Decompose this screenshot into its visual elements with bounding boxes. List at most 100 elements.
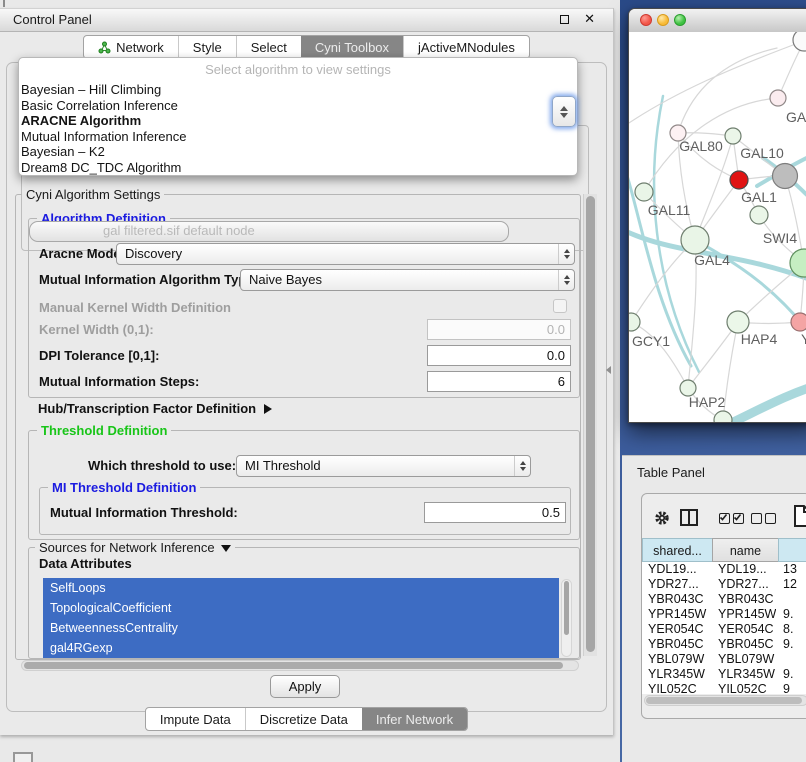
tab-network[interactable]: Network	[84, 36, 178, 58]
table-cell[interactable]: YBR045C	[718, 637, 776, 652]
focused-combo-stepper[interactable]	[552, 96, 576, 127]
network-node-gal[interactable]	[770, 90, 786, 106]
network-node[interactable]	[793, 32, 806, 51]
table-cell[interactable]: YPR145W	[718, 607, 776, 622]
network-graph-canvas[interactable]: GALGAL80GAL10GAL1GAL11SWI4GAL4GCY1HAP4YH…	[629, 32, 806, 422]
algorithm-option-aracne-algorithm[interactable]: ARACNE Algorithm	[19, 113, 577, 129]
attribute-item-gal4rgexp[interactable]: gal4RGexp	[43, 638, 559, 658]
table-cell[interactable]: 13	[783, 562, 806, 577]
sources-toggle[interactable]: Sources for Network Inference	[35, 540, 235, 555]
table-row-yil052c[interactable]: YIL052C YIL052C 9	[642, 682, 806, 694]
table-cell[interactable]: YDR27...	[648, 577, 710, 592]
network-node-gcy1[interactable]	[629, 313, 640, 331]
mi-steps-input[interactable]: 6	[427, 371, 571, 392]
table-cell[interactable]: YDL19...	[648, 562, 710, 577]
table-row-ydr27[interactable]: YDR27... YDR27... 12	[642, 577, 806, 592]
table-row-ylr345w[interactable]: YLR345W YLR345W 9.	[642, 667, 806, 682]
table-cell[interactable]: YPR145W	[648, 607, 710, 622]
columns-icon[interactable]	[680, 509, 698, 531]
table-cell[interactable]: YBR045C	[648, 637, 710, 652]
column-header-clipped[interactable]	[778, 538, 806, 562]
tab-jactivemnodules[interactable]: jActiveMNodules	[403, 36, 529, 58]
table-cell[interactable]: YDL19...	[718, 562, 776, 577]
table-cell[interactable]: YIL052C	[648, 682, 710, 694]
algorithm-option-basic-correlation-inference[interactable]: Basic Correlation Inference	[19, 98, 577, 114]
aracne-mode-combo[interactable]: Discovery	[116, 243, 575, 265]
table-cell[interactable]: 9.	[783, 607, 806, 622]
tab-select[interactable]: Select	[236, 36, 301, 58]
hub-definition-toggle[interactable]: Hub/Transcription Factor Definition	[38, 401, 272, 416]
table-row-ybl079w[interactable]: YBL079W YBL079W	[642, 652, 806, 667]
table-row-ybr043c[interactable]: YBR043C YBR043C	[642, 592, 806, 607]
settings-hscrollbar-thumb[interactable]	[24, 662, 563, 669]
float-window-icon[interactable]	[560, 15, 569, 24]
panel-splitter-handle[interactable]	[606, 366, 611, 374]
dpi-tolerance-input[interactable]: 0.0	[427, 345, 571, 366]
mi-algorithm-type-combo[interactable]: Naive Bayes	[240, 269, 575, 291]
network-node-y[interactable]	[791, 313, 806, 331]
gear-icon[interactable]	[654, 510, 670, 531]
settings-horizontal-scrollbar[interactable]	[21, 660, 579, 671]
table-cell[interactable]: 12	[783, 577, 806, 592]
algorithm-option-bayesian-hill-climbing[interactable]: Bayesian – Hill Climbing	[19, 82, 577, 98]
control-panel-titlebar[interactable]: Control Panel ✕	[0, 8, 613, 32]
table-cell[interactable]	[783, 652, 806, 667]
partially-hidden-combo[interactable]: gal filtered.sif default node	[29, 221, 509, 242]
table-cell[interactable]: YIL052C	[718, 682, 776, 694]
attributes-list-scrollbar[interactable]	[561, 579, 572, 657]
table-cell[interactable]: 8.	[783, 622, 806, 637]
attribute-item-selfloops[interactable]: SelfLoops	[43, 578, 559, 598]
network-node-gal10[interactable]	[725, 128, 741, 144]
table-cell[interactable]: YBL079W	[648, 652, 710, 667]
attribute-item-betweennesscentrality[interactable]: BetweennessCentrality	[43, 618, 559, 638]
table-cell[interactable]: 9	[783, 682, 806, 694]
table-cell[interactable]: YLR345W	[648, 667, 710, 682]
tab-cyni-toolbox[interactable]: Cyni Toolbox	[301, 36, 403, 58]
table-cell[interactable]: YER054C	[648, 622, 710, 637]
network-node-gal1[interactable]	[750, 206, 768, 224]
network-node-gal11[interactable]	[635, 183, 653, 201]
table-cell[interactable]: 9.	[783, 637, 806, 652]
table-row-ydl19[interactable]: YDL19... YDL19... 13	[642, 562, 806, 577]
select-all-checkbox-icon-2[interactable]	[733, 513, 744, 524]
table-hscrollbar-thumb[interactable]	[646, 697, 802, 704]
table-cell[interactable]: YBR043C	[718, 592, 776, 607]
table-cell[interactable]: YLR345W	[718, 667, 776, 682]
table-cell[interactable]: YDR27...	[718, 577, 776, 592]
settings-vscrollbar-thumb[interactable]	[586, 196, 595, 652]
table-cell[interactable]: 9.	[783, 667, 806, 682]
document-icon[interactable]	[794, 505, 806, 532]
minimize-traffic-light-button[interactable]	[657, 14, 669, 26]
table-row-yer054c[interactable]: YER054C YER054C 8.	[642, 622, 806, 637]
close-traffic-light-button[interactable]	[640, 14, 652, 26]
column-header-name[interactable]: name	[712, 538, 779, 562]
deselect-checkbox-icon[interactable]	[751, 513, 762, 524]
network-node[interactable]	[773, 164, 798, 189]
algorithm-option-bayesian-k2[interactable]: Bayesian – K2	[19, 144, 577, 160]
table-cell[interactable]: YBR043C	[648, 592, 710, 607]
tab-impute-data[interactable]: Impute Data	[146, 708, 245, 730]
mi-threshold-input[interactable]: 0.5	[424, 502, 566, 523]
attribute-item-topologicalcoefficient[interactable]: TopologicalCoefficient	[43, 598, 559, 618]
table-cell[interactable]: YBL079W	[718, 652, 776, 667]
tab-style[interactable]: Style	[178, 36, 236, 58]
close-icon[interactable]: ✕	[584, 11, 595, 27]
algorithm-option-dream8-dc-tdc-algorithm[interactable]: Dream8 DC_TDC Algorithm	[19, 160, 577, 176]
apply-button[interactable]: Apply	[270, 675, 340, 698]
table-cell[interactable]	[783, 592, 806, 607]
which-threshold-combo[interactable]: MI Threshold	[236, 455, 531, 477]
zoom-traffic-light-button[interactable]	[674, 14, 686, 26]
network-node[interactable]	[714, 411, 732, 422]
settings-vertical-scrollbar[interactable]	[583, 194, 597, 656]
attributes-scrollbar-thumb[interactable]	[564, 581, 569, 635]
network-node-hap4[interactable]	[727, 311, 749, 333]
algorithm-option-mutual-information-inference[interactable]: Mutual Information Inference	[19, 129, 577, 145]
table-horizontal-scrollbar[interactable]	[644, 695, 806, 706]
deselect-checkbox-icon-2[interactable]	[765, 513, 776, 524]
column-header-shared[interactable]: shared...	[642, 538, 713, 562]
tab-infer-network[interactable]: Infer Network	[362, 708, 467, 730]
tab-discretize-data[interactable]: Discretize Data	[245, 708, 362, 730]
network-window-titlebar[interactable]	[629, 9, 806, 33]
table-cell[interactable]: YER054C	[718, 622, 776, 637]
table-row-ybr045c[interactable]: YBR045C YBR045C 9.	[642, 637, 806, 652]
